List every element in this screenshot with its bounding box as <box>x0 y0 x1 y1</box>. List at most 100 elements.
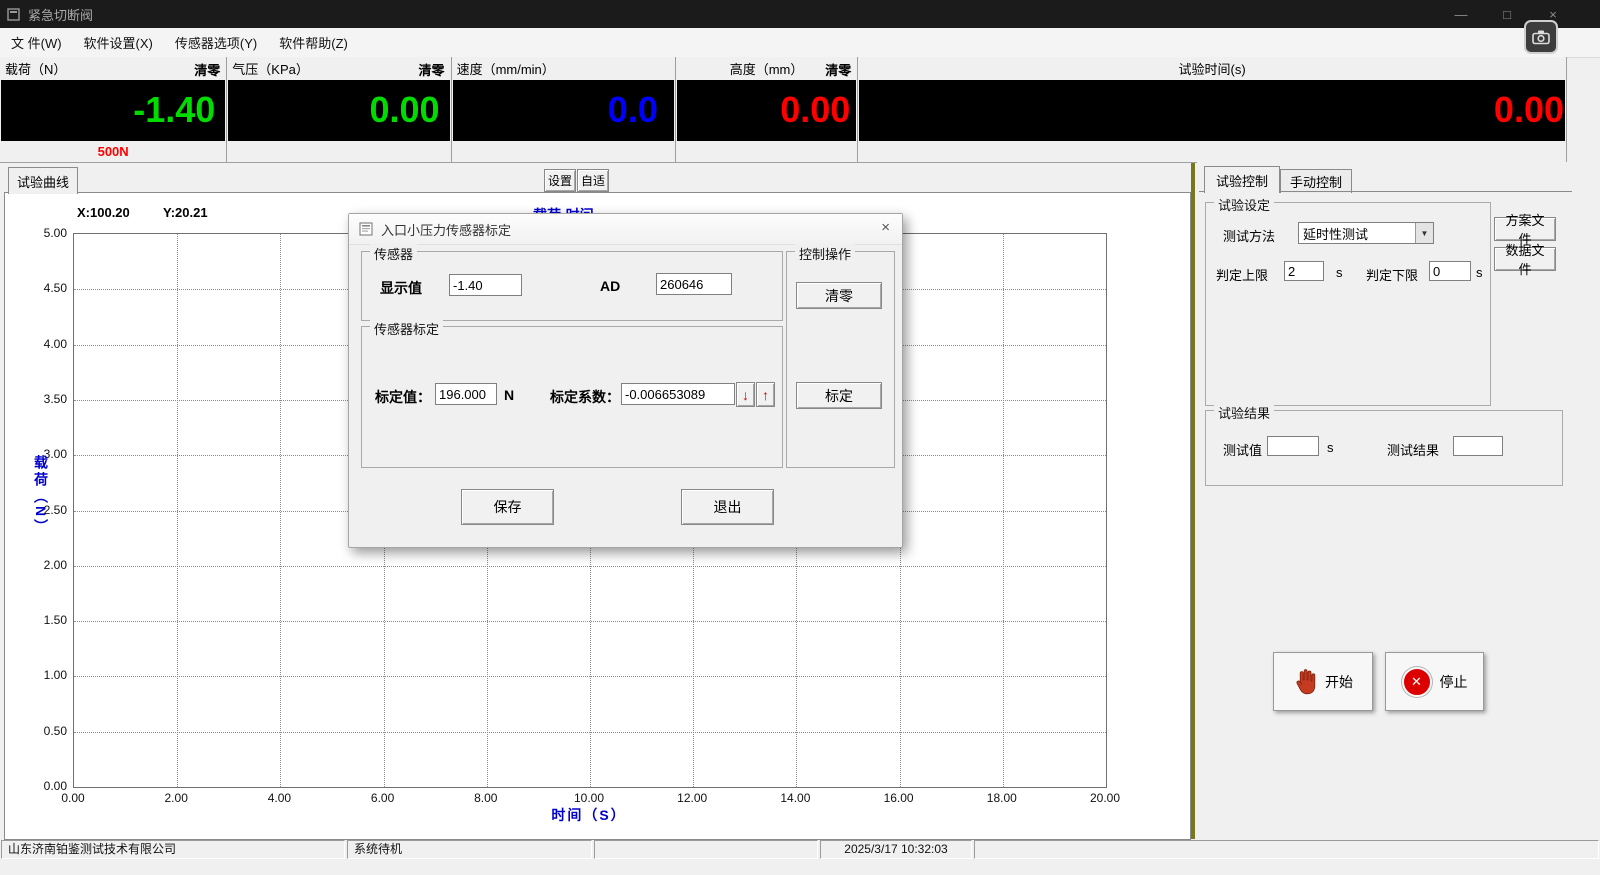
y-tick-label: 4.00 <box>44 337 67 351</box>
test-method-value: 延时性测试 <box>1299 224 1415 243</box>
lower-limit-unit: s <box>1476 265 1483 280</box>
chart-autofit-button[interactable]: 自适 <box>577 169 609 192</box>
form-icon <box>359 222 373 236</box>
readout-speed: 速度（mm/min） 0.0 <box>452 57 676 162</box>
screen-capture-icon[interactable] <box>1524 20 1558 54</box>
menu-sensor-options[interactable]: 传感器选项(Y) <box>164 33 268 52</box>
test-value-input[interactable] <box>1267 436 1319 456</box>
load-zero-button[interactable]: 清零 <box>194 60 220 79</box>
cal-value-input[interactable] <box>435 383 497 405</box>
y-tick-label: 1.50 <box>44 613 67 627</box>
coef-increase-button[interactable]: ↑ <box>756 382 775 407</box>
calibration-dialog: 入口小压力传感器标定 × 传感器 显示值 AD 控制操作 清零 标定 传感器标定… <box>348 213 903 548</box>
pressure-zero-button[interactable]: 清零 <box>419 60 445 79</box>
cursor-x-readout: X:100.20 <box>77 205 130 220</box>
app-icon <box>7 8 20 21</box>
x-axis-label: 时间（S） <box>73 805 1105 825</box>
dialog-close-icon[interactable]: × <box>881 219 890 236</box>
readout-height: 高度（mm） 清零 0.00 <box>676 57 858 162</box>
combo-dropdown-icon[interactable]: ▼ <box>1415 223 1433 243</box>
y-tick-label: 4.50 <box>44 281 67 295</box>
coef-decrease-button[interactable]: ↓ <box>736 382 755 407</box>
test-value-unit: s <box>1327 440 1334 455</box>
status-empty-section <box>594 840 818 859</box>
menu-file[interactable]: 文 件(W) <box>0 33 73 52</box>
y-tick-label: 0.50 <box>44 724 67 738</box>
v-gridline <box>280 234 281 787</box>
load-value: -1.40 <box>1 80 225 139</box>
test-time-value: 0.00 <box>859 80 1565 139</box>
height-display: 0.00 <box>677 80 856 141</box>
speed-display: 0.0 <box>453 80 674 141</box>
stop-button[interactable]: ✕ 停止 <box>1385 652 1484 711</box>
coef-input[interactable] <box>621 383 735 405</box>
stop-icon: ✕ <box>1402 667 1432 697</box>
height-zero-button[interactable]: 清零 <box>825 60 851 79</box>
x-tick-label: 4.00 <box>268 791 291 805</box>
menu-bar: 文 件(W) 软件设置(X) 传感器选项(Y) 软件帮助(Z) <box>0 28 1600 58</box>
chart-settings-button[interactable]: 设置 <box>544 169 576 192</box>
dialog-calibrate-button[interactable]: 标定 <box>796 382 882 409</box>
calibration-group-label: 传感器标定 <box>370 319 443 338</box>
y-axis-label: 载荷（N） <box>31 455 51 536</box>
y-tick-label: 3.50 <box>44 392 67 406</box>
y-tick-label: 5.00 <box>44 226 67 240</box>
display-value-input[interactable] <box>449 274 522 296</box>
menu-software-settings[interactable]: 软件设置(X) <box>73 33 164 52</box>
minimize-button[interactable]: — <box>1438 0 1484 28</box>
test-result-group-label: 试验结果 <box>1214 403 1274 422</box>
start-button[interactable]: 开始 <box>1273 652 1373 711</box>
lower-limit-input[interactable] <box>1429 261 1471 281</box>
status-company: 山东济南铂鉴测试技术有限公司 <box>1 840 345 859</box>
pressure-display: 0.00 <box>228 80 449 141</box>
camera-icon <box>1532 30 1550 45</box>
x-tick-label: 12.00 <box>677 791 707 805</box>
x-tick-label: 2.00 <box>165 791 188 805</box>
x-tick-label: 0.00 <box>61 791 84 805</box>
height-value: 0.00 <box>677 80 856 139</box>
tab-test-curve[interactable]: 试验曲线 <box>8 167 78 194</box>
x-tick-label: 10.00 <box>574 791 604 805</box>
y-tick-label: 1.00 <box>44 668 67 682</box>
status-bar: 山东济南铂鉴测试技术有限公司 系统待机 2025/3/17 10:32:03 <box>0 840 1600 859</box>
test-method-select[interactable]: 延时性测试 ▼ <box>1298 222 1434 244</box>
speed-value: 0.0 <box>453 80 674 139</box>
display-value-label: 显示值 <box>380 278 422 298</box>
exit-button[interactable]: 退出 <box>681 489 774 525</box>
control-panel: 试验控制 手动控制 试验设定 测试方法 延时性测试 ▼ 判定上限 s 判定下限 … <box>1197 162 1600 840</box>
pressure-value: 0.00 <box>228 80 449 139</box>
stop-button-label: 停止 <box>1440 672 1468 692</box>
tab-manual-control[interactable]: 手动控制 <box>1280 169 1352 193</box>
test-method-label: 测试方法 <box>1223 226 1275 245</box>
x-tick-label: 18.00 <box>987 791 1017 805</box>
readout-test-time: 试验时间(s) 0.00 <box>858 57 1567 162</box>
x-tick-label: 16.00 <box>884 791 914 805</box>
coef-label: 标定系数： <box>550 387 620 407</box>
maximize-button[interactable]: □ <box>1484 0 1530 28</box>
v-gridline <box>1003 234 1004 787</box>
dialog-zero-button[interactable]: 清零 <box>796 282 882 309</box>
v-gridline <box>177 234 178 787</box>
load-range-label: 500N <box>98 144 129 159</box>
save-button[interactable]: 保存 <box>461 489 554 525</box>
plan-file-button[interactable]: 方案文件 <box>1494 217 1556 241</box>
data-file-button[interactable]: 数据文件 <box>1494 247 1556 271</box>
dialog-title: 入口小压力传感器标定 <box>381 220 511 239</box>
upper-limit-input[interactable] <box>1284 261 1324 281</box>
test-value-label: 测试值 <box>1223 440 1262 459</box>
x-tick-label: 6.00 <box>371 791 394 805</box>
x-tick-label: 8.00 <box>474 791 497 805</box>
ad-label: AD <box>600 278 620 294</box>
control-ops-group-label: 控制操作 <box>795 244 855 263</box>
status-datetime: 2025/3/17 10:32:03 <box>820 840 972 859</box>
test-settings-group-label: 试验设定 <box>1214 195 1274 214</box>
test-result-input[interactable] <box>1453 436 1503 456</box>
readout-pressure: 气压（KPa） 清零 0.00 <box>227 57 451 162</box>
tab-test-control[interactable]: 试验控制 <box>1204 166 1280 193</box>
x-tick-label: 14.00 <box>780 791 810 805</box>
ad-value-input[interactable] <box>656 273 732 295</box>
window-title: 紧急切断阀 <box>28 5 93 24</box>
readout-panel: 载荷（N） 清零 -1.40 500N 气压（KPa） 清零 0.00 速度（m… <box>0 57 1567 163</box>
cal-unit-label: N <box>504 387 514 403</box>
menu-help[interactable]: 软件帮助(Z) <box>268 33 359 52</box>
